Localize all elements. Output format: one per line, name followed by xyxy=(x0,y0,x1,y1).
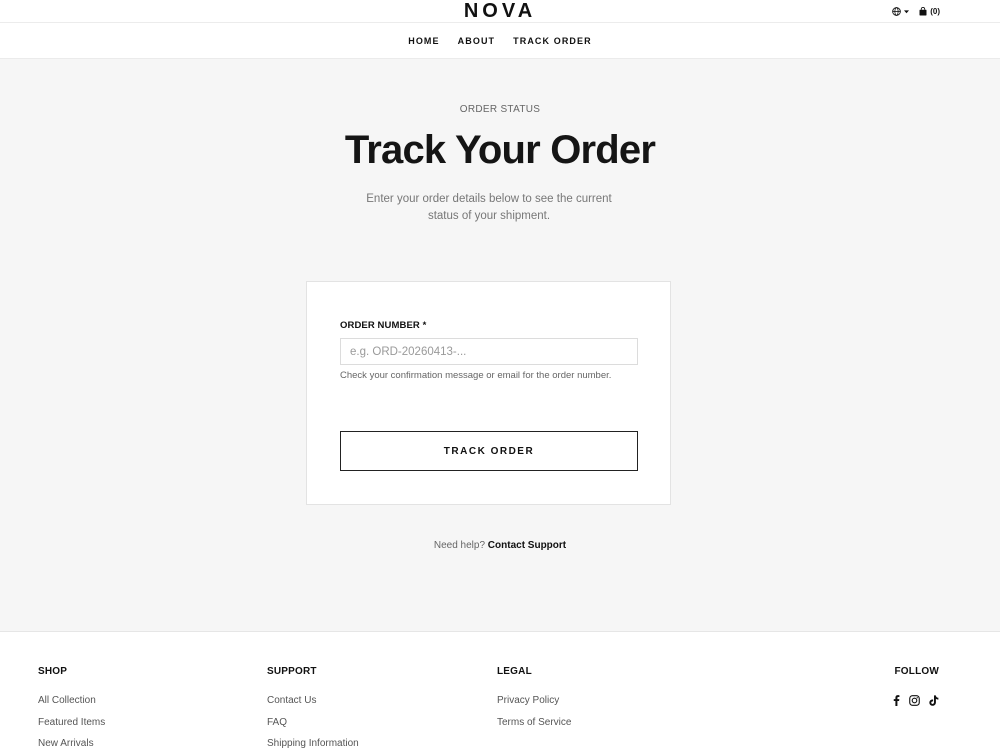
page-subtitle: Enter your order details below to see th… xyxy=(366,193,612,222)
footer-link-contact-us[interactable]: Contact Us xyxy=(267,695,359,706)
language-selector[interactable] xyxy=(892,7,910,16)
section-eyebrow: ORDER STATUS xyxy=(459,104,541,115)
globe-icon xyxy=(892,7,902,16)
footer-link-new-arrivals[interactable]: New Arrivals xyxy=(38,738,105,749)
footer-follow-heading: FOLLOW xyxy=(894,666,939,677)
site-header: NOVA (0) HOME ABOUT TRACK ORDER xyxy=(0,0,1000,59)
footer-shop-heading: SHOP xyxy=(38,666,68,677)
main-nav: HOME ABOUT TRACK ORDER xyxy=(0,23,1000,58)
footer-link-all-collection[interactable]: All Collection xyxy=(38,695,105,706)
footer-legal-heading: LEGAL xyxy=(497,666,532,677)
footer-link-terms-of-service[interactable]: Terms of Service xyxy=(497,717,571,728)
help-prefix: Need help? xyxy=(433,540,486,551)
site-footer: SHOP All Collection Featured Items New A… xyxy=(0,631,1000,751)
footer-support: SUPPORT Contact Us FAQ Shipping Informat… xyxy=(267,666,359,751)
track-order-form: ORDER NUMBER * Check your confirmation m… xyxy=(306,281,671,505)
shopping-bag-icon xyxy=(919,7,927,16)
social-links xyxy=(893,695,939,706)
footer-link-featured-items[interactable]: Featured Items xyxy=(38,717,105,728)
header-actions: (0) xyxy=(892,5,940,18)
cart-count: (0) xyxy=(930,7,940,16)
page-title: Track Your Order xyxy=(344,128,656,172)
cart-button[interactable]: (0) xyxy=(919,7,940,16)
order-number-helper: Check your confirmation message or email… xyxy=(340,370,612,381)
nav-track-order[interactable]: TRACK ORDER xyxy=(513,36,592,46)
footer-link-shipping-information[interactable]: Shipping Information xyxy=(267,738,359,749)
footer-link-privacy-policy[interactable]: Privacy Policy xyxy=(497,695,571,706)
order-number-label: ORDER NUMBER * xyxy=(340,320,427,331)
instagram-icon[interactable] xyxy=(909,695,920,706)
brand-logo[interactable]: NOVA xyxy=(0,0,1000,23)
order-number-input[interactable] xyxy=(340,338,638,365)
footer-legal: LEGAL Privacy Policy Terms of Service xyxy=(497,666,571,738)
nav-home[interactable]: HOME xyxy=(408,36,439,46)
help-text: Need help? Contact Support xyxy=(0,540,1000,551)
caret-down-icon xyxy=(904,9,910,13)
track-order-button[interactable]: TRACK ORDER xyxy=(340,431,638,471)
footer-link-faq[interactable]: FAQ xyxy=(267,717,359,728)
top-bar: NOVA (0) xyxy=(0,0,1000,23)
footer-follow: FOLLOW xyxy=(893,666,939,706)
footer-shop: SHOP All Collection Featured Items New A… xyxy=(38,666,105,751)
tiktok-icon[interactable] xyxy=(929,695,939,706)
contact-support-link[interactable]: Contact Support xyxy=(488,540,566,551)
facebook-icon[interactable] xyxy=(893,695,900,706)
nav-about[interactable]: ABOUT xyxy=(458,36,496,46)
footer-support-heading: SUPPORT xyxy=(267,666,317,677)
